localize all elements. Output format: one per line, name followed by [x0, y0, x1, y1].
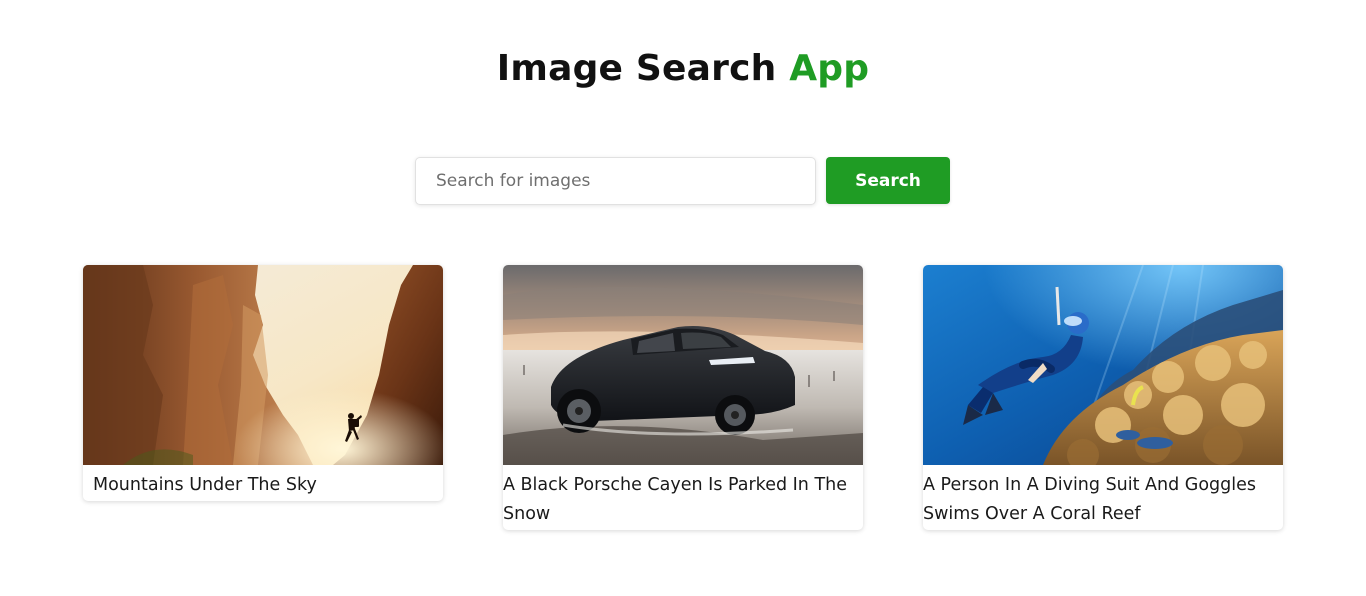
search-bar: Search [415, 157, 950, 205]
result-caption[interactable]: Mountains Under The Sky [83, 465, 443, 500]
porsche-snow-image[interactable] [503, 265, 863, 465]
search-input[interactable] [415, 157, 816, 205]
result-card[interactable]: A Person In A Diving Suit And Goggles Sw… [923, 265, 1283, 530]
title-main: Image Search [496, 48, 777, 89]
result-card[interactable]: A Black Porsche Cayen Is Parked In The S… [503, 265, 863, 530]
result-caption[interactable]: A Black Porsche Cayen Is Parked In The S… [503, 465, 863, 529]
result-card[interactable]: Mountains Under The Sky [83, 265, 443, 501]
mountain-climber-image[interactable] [83, 265, 443, 465]
image-search-app: Image Search App Search for images Searc… [0, 0, 1366, 596]
title-accent: App [789, 48, 870, 89]
result-caption[interactable]: A Person In A Diving Suit And Goggles Sw… [923, 465, 1283, 529]
page-title: Image Search App [0, 44, 1366, 94]
search-button[interactable]: Search [826, 157, 950, 204]
diver-coral-reef-image[interactable] [923, 265, 1283, 465]
